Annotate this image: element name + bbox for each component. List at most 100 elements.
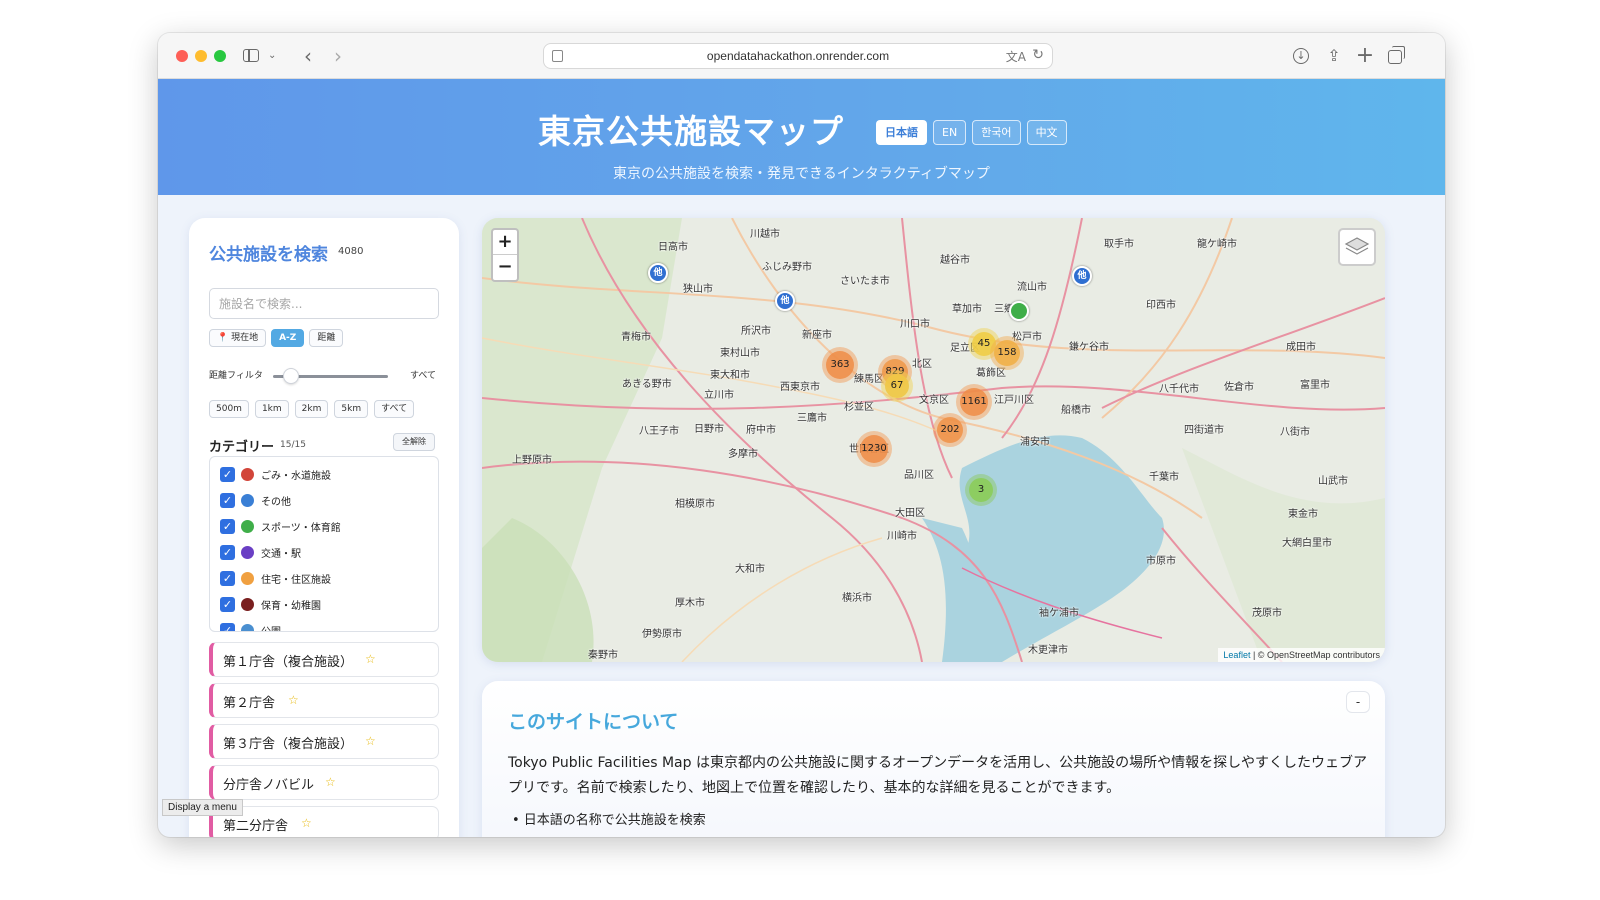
category-item[interactable]: ✓ ごみ・水道施設 xyxy=(220,465,331,483)
map-place-label: ふじみ野市 xyxy=(762,262,812,273)
marker-cluster[interactable]: 158 xyxy=(990,336,1024,370)
marker-cluster[interactable]: 1230 xyxy=(856,431,892,467)
map-place-label: 印西市 xyxy=(1146,300,1176,311)
favorite-star-icon[interactable]: ☆ xyxy=(365,734,376,748)
distance-2km-button[interactable]: 2km xyxy=(294,400,329,418)
zoom-out-button[interactable]: − xyxy=(493,255,517,280)
map-marker[interactable]: 他 xyxy=(648,263,668,283)
sort-distance-button[interactable]: 距離 xyxy=(309,329,344,347)
map-place-label: 四街道市 xyxy=(1184,425,1224,436)
category-item[interactable]: ✓ 保育・幼稚園 xyxy=(220,595,321,613)
category-item[interactable]: ✓ その他 xyxy=(220,491,291,509)
facility-list-item[interactable]: 第１庁舎（複合施設） ☆ xyxy=(209,642,439,677)
checkbox-checked-icon[interactable]: ✓ xyxy=(220,466,235,482)
marker-cluster[interactable]: 1161 xyxy=(956,384,992,420)
share-icon[interactable]: ⇪ xyxy=(1324,45,1344,67)
category-item[interactable]: ✓ 公園 xyxy=(220,621,281,631)
map-place-label: 船橋市 xyxy=(1061,405,1091,416)
checkbox-checked-icon[interactable]: ✓ xyxy=(220,622,235,631)
category-list: ✓ ごみ・水道施設 ✓ その他 ✓ スポーツ・体育館 ✓ 交通・駅 ✓ 住宅・住… xyxy=(209,456,439,632)
marker-cluster[interactable]: 3 xyxy=(965,474,997,506)
zoom-window-button[interactable] xyxy=(214,50,226,62)
distance-all-button[interactable]: すべて xyxy=(374,400,415,418)
marker-cluster[interactable]: 202 xyxy=(933,413,967,447)
distance-1km-button[interactable]: 1km xyxy=(254,400,289,418)
checkbox-checked-icon[interactable]: ✓ xyxy=(220,596,235,612)
checkbox-checked-icon[interactable]: ✓ xyxy=(220,492,235,508)
facility-search-input[interactable] xyxy=(209,288,439,319)
sort-az-button[interactable]: A-Z xyxy=(271,329,305,347)
map-marker[interactable]: 他 xyxy=(775,291,795,311)
map-place-label: 大網白里市 xyxy=(1282,538,1332,549)
distance-5km-button[interactable]: 5km xyxy=(334,400,369,418)
distance-500m-button[interactable]: 500m xyxy=(209,400,249,418)
map-place-label: 多摩市 xyxy=(728,449,758,460)
facility-name: 第２庁舎 xyxy=(223,696,276,711)
distance-slider-thumb[interactable] xyxy=(283,368,299,384)
map-place-label: 三鷹市 xyxy=(797,413,827,424)
facility-name: 第二分庁舎 xyxy=(223,819,289,834)
collapse-toggle-button[interactable]: - xyxy=(1346,691,1370,713)
chevron-down-icon[interactable]: ⌄ xyxy=(268,45,276,67)
category-color-dot xyxy=(241,467,254,481)
forward-button[interactable]: › xyxy=(328,45,348,67)
current-location-button[interactable]: 📍 現在地 xyxy=(209,329,267,347)
lang-button-en[interactable]: EN xyxy=(933,120,967,145)
category-item[interactable]: ✓ 住宅・住区施設 xyxy=(220,569,331,587)
category-item[interactable]: ✓ スポーツ・体育館 xyxy=(220,517,341,535)
address-bar[interactable]: opendatahackathon.onrender.com 文A ↻ xyxy=(543,43,1053,69)
osm-attribution[interactable]: | © OpenStreetMap contributors xyxy=(1253,650,1380,660)
category-color-dot xyxy=(241,519,254,533)
favorite-star-icon[interactable]: ☆ xyxy=(325,775,336,789)
map-place-label: 袖ケ浦市 xyxy=(1039,608,1079,619)
checkbox-checked-icon[interactable]: ✓ xyxy=(220,544,235,560)
minimize-window-button[interactable] xyxy=(195,50,207,62)
leaflet-link[interactable]: Leaflet xyxy=(1223,650,1250,660)
back-button[interactable]: ‹ xyxy=(298,45,318,67)
facility-list-item[interactable]: 第２庁舎 ☆ xyxy=(209,683,439,718)
checkbox-checked-icon[interactable]: ✓ xyxy=(220,518,235,534)
map-marker[interactable]: 他 xyxy=(1072,266,1092,286)
favorite-star-icon[interactable]: ☆ xyxy=(365,652,376,666)
category-color-dot xyxy=(241,545,254,559)
about-description: Tokyo Public Facilities Map は東京都内の公共施設に関… xyxy=(508,755,1367,796)
map-place-label: 立川市 xyxy=(704,390,734,401)
favorite-star-icon[interactable]: ☆ xyxy=(301,816,312,830)
new-tab-icon[interactable]: + xyxy=(1355,45,1375,67)
map-place-label: 取手市 xyxy=(1104,239,1134,250)
translate-icon[interactable]: 文A xyxy=(1006,48,1026,65)
about-bullet-item: • 日本語の名称で公共施設を検索 xyxy=(512,813,706,828)
language-switcher: 日本語 EN 한국어 中文 xyxy=(876,120,1067,145)
facility-list-item[interactable]: 第二分庁舎 ☆ xyxy=(209,806,439,837)
map-place-label: 日高市 xyxy=(658,242,688,253)
marker-cluster[interactable]: 363 xyxy=(822,347,858,383)
map-place-label: 川越市 xyxy=(750,229,780,240)
clear-all-button[interactable]: 全解除 xyxy=(393,433,435,451)
cluster-count: 1161 xyxy=(960,388,988,416)
layers-icon[interactable] xyxy=(1338,228,1376,266)
lang-button-ko[interactable]: 한국어 xyxy=(972,120,1021,145)
sidebar-toggle-icon[interactable] xyxy=(243,45,261,67)
map-place-label: 茂原市 xyxy=(1252,608,1282,619)
category-color-dot xyxy=(241,493,254,507)
facility-map[interactable]: 日高市 川越市 ふじみ野市 さいたま市 越谷市 流山市 取手市 龍ケ崎市 狭山市… xyxy=(482,218,1385,662)
zoom-in-button[interactable]: + xyxy=(493,230,517,255)
download-icon[interactable]: ↓ xyxy=(1291,45,1311,67)
map-place-label: 所沢市 xyxy=(741,326,771,337)
map-place-label: 木更津市 xyxy=(1028,645,1068,656)
facility-list-item[interactable]: 分庁舎ノバビル ☆ xyxy=(209,765,439,800)
facility-count: 4080 xyxy=(338,246,364,257)
marker-cluster[interactable]: 67 xyxy=(881,370,913,402)
favorite-star-icon[interactable]: ☆ xyxy=(288,693,299,707)
category-color-dot xyxy=(241,571,254,585)
reload-icon[interactable]: ↻ xyxy=(1032,47,1044,63)
lang-button-ja[interactable]: 日本語 xyxy=(876,120,927,145)
tab-overview-icon[interactable] xyxy=(1385,45,1405,67)
checkbox-checked-icon[interactable]: ✓ xyxy=(220,570,235,586)
facility-list-item[interactable]: 第３庁舎（複合施設） ☆ xyxy=(209,724,439,759)
map-place-label: 千葉市 xyxy=(1149,472,1179,483)
close-window-button[interactable] xyxy=(176,50,188,62)
sports-marker-icon[interactable] xyxy=(1009,301,1029,321)
category-item[interactable]: ✓ 交通・駅 xyxy=(220,543,301,561)
lang-button-zh[interactable]: 中文 xyxy=(1026,120,1067,145)
